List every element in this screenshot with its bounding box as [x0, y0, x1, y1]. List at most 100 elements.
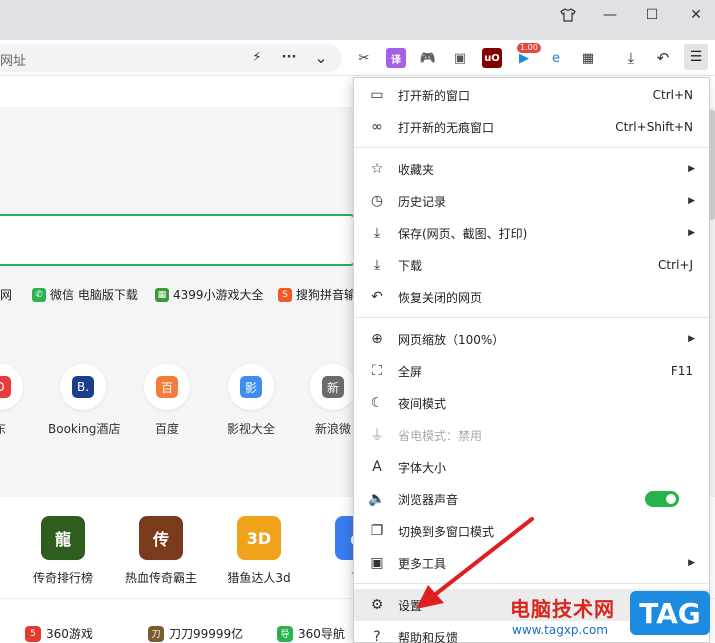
menu-shortcut: Ctrl+Shift+N	[615, 120, 693, 134]
game-label: 热血传奇霸主	[124, 571, 197, 585]
gear-icon: ⚙	[370, 597, 384, 613]
site-icon-circle: 新	[310, 364, 356, 410]
game-controller-icon[interactable]: 🎮	[418, 48, 438, 68]
more-dots-icon[interactable]: ···	[280, 49, 298, 67]
fullscreen-icon: ⛶	[372, 363, 382, 379]
menu-shortcut: Ctrl+J	[658, 258, 693, 272]
maximize-button[interactable]: ☐	[640, 4, 664, 26]
menu-restore-closed[interactable]: ↶ 恢复关闭的网页	[354, 281, 709, 313]
menu-sound[interactable]: 🔈 浏览器声音	[354, 483, 709, 515]
main-menu-button[interactable]: ☰	[684, 44, 708, 70]
menu-multi-window[interactable]: ❐ 切换到多窗口模式	[354, 515, 709, 547]
menu-shortcut: Ctrl+N	[652, 88, 693, 102]
minimize-button[interactable]: —	[598, 4, 622, 26]
title-bar: — ☐ ✕	[0, 0, 715, 40]
toolbar: 网址 ⚡ ··· ⌄ ✂ 译 🎮 ▣ uO ▶ e ▦ ⤓ ↶	[0, 40, 715, 76]
menu-night-mode[interactable]: ☾ 夜间模式	[354, 387, 709, 419]
watermark-url: www.tagxp.com	[512, 623, 608, 637]
menu-item-label: 打开新的窗口	[398, 88, 471, 103]
star-list-icon: ☆	[370, 161, 384, 177]
ie-icon[interactable]: e	[546, 48, 566, 68]
undo-icon[interactable]: ↶	[653, 48, 673, 68]
menu-item-label: 网页缩放（100%）	[398, 332, 505, 347]
site-tile[interactable]: 百百度	[132, 364, 202, 437]
submenu-arrow-icon: ▶	[688, 334, 695, 344]
search-input[interactable]	[0, 214, 356, 266]
ublock-icon[interactable]: uO	[482, 48, 502, 68]
menu-downloads[interactable]: ⤓ 下载 Ctrl+J	[354, 249, 709, 281]
menu-separator	[354, 317, 709, 318]
menu-save[interactable]: ⤓ 保存(网页、截图、打印) ▶	[354, 217, 709, 249]
menu-power-saving[interactable]: ⏚ 省电模式：禁用	[354, 419, 709, 451]
scrollbar-thumb[interactable]	[709, 110, 715, 220]
menu-shortcut: F11	[670, 364, 693, 378]
site-logo-icon: 百	[156, 376, 178, 398]
menu-new-window[interactable]: ▭ 打开新的窗口 Ctrl+N	[354, 79, 709, 111]
site-icon-circle: 影	[228, 364, 274, 410]
quick-link-label: 4399小游戏大全	[173, 288, 264, 302]
address-bar[interactable]: 网址 ⚡ ··· ⌄	[0, 44, 342, 72]
tshirt-icon[interactable]	[556, 4, 580, 26]
quick-link[interactable]: S 搜狗拼音输	[278, 286, 356, 303]
menu-fullscreen[interactable]: ⛶ 全屏 F11	[354, 355, 709, 387]
site-logo-icon: 影	[240, 376, 262, 398]
moon-icon: ☾	[370, 395, 384, 411]
bottom-link-icon: 导	[277, 625, 293, 642]
chevron-down-icon[interactable]: ⌄	[312, 49, 330, 67]
menu-zoom[interactable]: ⊕ 网页缩放（100%） ▶	[354, 323, 709, 355]
menu-item-label: 省电模式：禁用	[398, 428, 483, 443]
sound-toggle[interactable]	[645, 491, 679, 507]
menu-more-tools[interactable]: ▣ 更多工具 ▶	[354, 547, 709, 579]
reader-icon[interactable]: ▣	[450, 48, 470, 68]
apps-grid-icon[interactable]: ▦	[578, 48, 598, 68]
game-tile[interactable]: 3D 猎鱼达人3d	[214, 516, 304, 586]
site-icon-circle: B.	[60, 364, 106, 410]
quick-link[interactable]: 网	[0, 286, 12, 303]
quick-link[interactable]: ✆ 微信 电脑版下载	[32, 286, 138, 303]
quick-link-label: 搜狗拼音输	[296, 288, 357, 302]
menu-item-label: 更多工具	[398, 556, 447, 571]
quick-link[interactable]: ▦ 4399小游戏大全	[155, 286, 264, 303]
bottom-link[interactable]: 5 360游戏	[25, 625, 93, 642]
bottom-link[interactable]: 刀刀刀99999亿	[148, 625, 243, 642]
scissors-icon[interactable]: ✂	[354, 48, 374, 68]
site-tile[interactable]: 影影视大全	[216, 364, 286, 437]
bottom-link[interactable]: 导 360导航	[277, 625, 345, 642]
menu-separator	[354, 583, 709, 584]
site-logo-icon: B.	[72, 376, 94, 398]
bottom-link-label: 360导航	[298, 627, 345, 641]
menu-separator	[354, 147, 709, 148]
speaker-icon: 🔈	[368, 491, 386, 507]
download-icon: ⤓	[373, 257, 381, 273]
bolt-icon[interactable]: ⚡	[248, 49, 266, 67]
site-icon-circle: 百	[144, 364, 190, 410]
site-tile[interactable]: B. Booking酒店	[48, 364, 121, 437]
bottom-link-icon: 5	[25, 625, 41, 642]
close-window-button[interactable]: ✕	[684, 4, 708, 26]
site-icon-circle: D	[0, 364, 23, 410]
clock-icon: ◷	[370, 193, 384, 209]
quick-link-label: 网	[0, 288, 13, 302]
menu-item-label: 夜间模式	[398, 396, 447, 411]
submenu-arrow-icon: ▶	[688, 228, 695, 238]
restore-icon: ↶	[371, 289, 383, 305]
game-tile[interactable]: 龍传奇排行榜	[18, 516, 108, 586]
watermark-tag: TAG	[630, 591, 710, 635]
menu-item-label: 历史记录	[398, 194, 447, 209]
site-tile[interactable]: D东	[0, 364, 35, 437]
menu-new-incognito[interactable]: ∞ 打开新的无痕窗口 Ctrl+Shift+N	[354, 111, 709, 143]
game-tile[interactable]: 传热血传奇霸主	[116, 516, 206, 586]
menu-font-size[interactable]: A 字体大小	[354, 451, 709, 483]
site-label: Booking酒店	[48, 422, 121, 436]
site-logo-icon: D	[0, 376, 11, 398]
game-label: 猎鱼达人3d	[227, 571, 291, 585]
translate-icon[interactable]: 译	[386, 48, 406, 68]
watermark-title: 电脑技术网	[510, 597, 615, 621]
font-icon: A	[372, 459, 382, 475]
menu-history[interactable]: ◷ 历史记录 ▶	[354, 185, 709, 217]
download-icon[interactable]: ⤓	[621, 48, 641, 68]
menu-item-label: 打开新的无痕窗口	[398, 120, 495, 135]
menu-bookmarks[interactable]: ☆ 收藏夹 ▶	[354, 153, 709, 185]
game-label: 传奇排行榜	[32, 571, 93, 585]
quick-link-label: 微信 电脑版下载	[50, 288, 138, 302]
